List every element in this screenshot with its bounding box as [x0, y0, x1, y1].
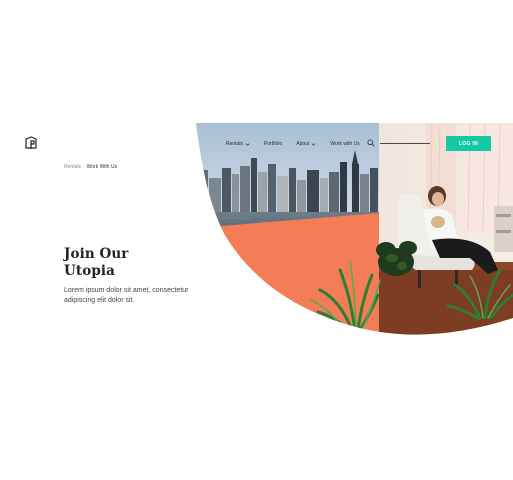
page-title: Join Our Utopia	[64, 246, 184, 280]
nav-item-portfolio[interactable]: Portfolio	[264, 141, 282, 147]
login-button[interactable]: LOG IN	[446, 136, 491, 151]
chevron-down-icon	[245, 142, 250, 146]
nav-item-work-with-us[interactable]: Work with Us	[330, 141, 359, 147]
nav-item-label: Portfolio	[263, 141, 283, 147]
search-icon[interactable]	[367, 139, 375, 147]
page-title-line-2: Utopia	[64, 263, 115, 279]
nav-item-label: About	[296, 141, 310, 147]
nav-item-about[interactable]: About	[296, 141, 316, 147]
chevron-down-icon	[311, 142, 316, 146]
breadcrumb-separator: ·	[82, 164, 85, 170]
page-title-line-1: Join Our	[64, 246, 129, 262]
nav-item-rentals[interactable]: Rentals	[226, 141, 250, 147]
nav-item-label: Rentals	[226, 141, 243, 147]
breadcrumb-current: Work With Us	[86, 164, 118, 170]
hero-image	[196, 123, 513, 335]
main-nav: Rentals Portfolio About Work with Us	[226, 138, 374, 150]
hero-subtext: Lorem ipsum dolor sit amet, consectetur …	[64, 287, 189, 304]
page: Rentals · Work With Us Join Our Utopia Lor…	[0, 0, 513, 480]
logo-icon[interactable]	[24, 136, 38, 150]
nav-item-label: Work with Us	[330, 141, 360, 147]
breadcrumb-parent[interactable]: Rentals	[64, 164, 81, 170]
search-input[interactable]	[380, 143, 430, 144]
breadcrumb: Rentals · Work With Us	[64, 164, 117, 170]
